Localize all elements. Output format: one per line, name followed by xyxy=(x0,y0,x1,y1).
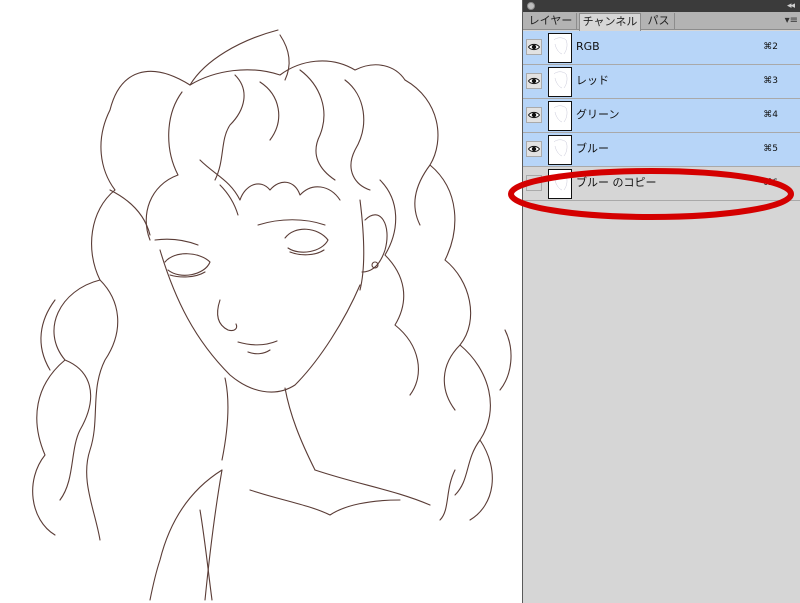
channel-thumbnail xyxy=(548,33,572,63)
visibility-toggle[interactable] xyxy=(526,175,542,191)
visibility-toggle[interactable] xyxy=(526,107,542,123)
collapse-icon[interactable]: ◂◂ xyxy=(787,0,795,12)
channel-shortcut: ⌘2 xyxy=(763,42,778,52)
channel-shortcut: ⌘6 xyxy=(763,178,778,188)
tab-channels[interactable]: チャンネル xyxy=(579,13,641,31)
channel-row-blue[interactable]: ブルー ⌘5 xyxy=(523,133,800,167)
channel-thumbnail xyxy=(548,169,572,199)
eye-icon xyxy=(528,111,540,119)
panel-titlebar[interactable]: ◂◂ xyxy=(523,0,800,12)
channel-label: RGB xyxy=(576,40,600,53)
channel-shortcut: ⌘4 xyxy=(763,110,778,120)
channels-panel: ◂◂ レイヤー チャンネル パス ▾≡ RGB ⌘2 レッド ⌘3 グリーン ⌘… xyxy=(522,0,800,603)
channel-list: RGB ⌘2 レッド ⌘3 グリーン ⌘4 ブルー ⌘5 ブルー のコピー ⌘6 xyxy=(523,31,800,201)
channel-label: グリーン xyxy=(576,108,620,121)
eye-icon xyxy=(528,145,540,153)
channel-row-red[interactable]: レッド ⌘3 xyxy=(523,65,800,99)
panel-menu-icon[interactable]: ▾≡ xyxy=(785,13,798,29)
tab-paths[interactable]: パス xyxy=(643,13,675,30)
eye-icon xyxy=(528,43,540,51)
channel-thumbnail xyxy=(548,67,572,97)
visibility-toggle[interactable] xyxy=(526,73,542,89)
channel-label: ブルー xyxy=(576,142,609,155)
channel-row-rgb[interactable]: RGB ⌘2 xyxy=(523,31,800,65)
eye-icon xyxy=(528,77,540,85)
visibility-toggle[interactable] xyxy=(526,39,542,55)
channel-thumbnail xyxy=(548,135,572,165)
channel-thumbnail xyxy=(548,101,572,131)
tab-layers[interactable]: レイヤー xyxy=(525,13,577,30)
channel-row-blue-copy[interactable]: ブルー のコピー ⌘6 xyxy=(523,167,800,201)
close-icon[interactable] xyxy=(527,2,535,10)
document-canvas[interactable] xyxy=(0,0,522,603)
channel-row-green[interactable]: グリーン ⌘4 xyxy=(523,99,800,133)
sketch-artwork xyxy=(32,29,512,601)
visibility-toggle[interactable] xyxy=(526,141,542,157)
channel-shortcut: ⌘3 xyxy=(763,76,778,86)
panel-tabbar: レイヤー チャンネル パス ▾≡ xyxy=(523,12,800,31)
channel-shortcut: ⌘5 xyxy=(763,144,778,154)
channel-label: ブルー のコピー xyxy=(576,176,657,189)
channel-label: レッド xyxy=(576,74,609,87)
